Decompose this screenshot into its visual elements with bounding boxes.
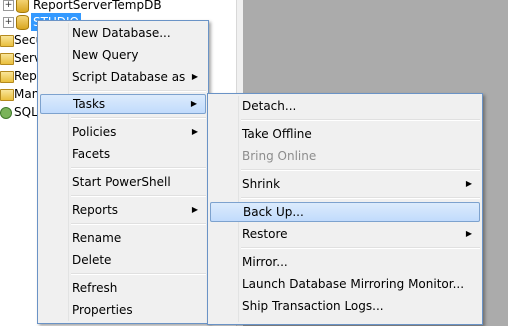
- menu-item-ship-transaction-logs[interactable]: Ship Transaction Logs...: [210, 296, 480, 316]
- tasks-submenu: Detach... Take Offline Bring Online Shri…: [207, 93, 483, 325]
- database-icon: [16, 0, 29, 13]
- submenu-arrow-icon: ▶: [191, 127, 198, 136]
- menu-item-start-powershell[interactable]: Start PowerShell: [40, 172, 206, 192]
- menu-item-properties[interactable]: Properties: [40, 300, 206, 320]
- menu-item-detach[interactable]: Detach...: [210, 96, 480, 116]
- menu-item-refresh[interactable]: Refresh: [40, 278, 206, 298]
- menu-separator: [241, 247, 480, 249]
- tree-node-label: SQL: [14, 105, 38, 119]
- menu-item-restore[interactable]: Restore ▶: [210, 224, 480, 244]
- folder-icon: [0, 53, 14, 65]
- menu-item-back-up[interactable]: Back Up...: [210, 202, 480, 222]
- menu-item-rename[interactable]: Rename: [40, 228, 206, 248]
- menu-item-script-database-as[interactable]: Script Database as ▶: [40, 67, 206, 87]
- submenu-arrow-icon: ▶: [190, 99, 197, 108]
- menu-item-new-query[interactable]: New Query: [40, 45, 206, 65]
- menu-separator: [71, 273, 206, 275]
- menu-separator: [71, 90, 206, 92]
- menu-separator: [241, 197, 480, 199]
- sql-agent-icon: [0, 107, 12, 119]
- menu-item-mirror[interactable]: Mirror...: [210, 252, 480, 272]
- menu-item-launch-mirroring-monitor[interactable]: Launch Database Mirroring Monitor...: [210, 274, 480, 294]
- menu-item-shrink[interactable]: Shrink ▶: [210, 174, 480, 194]
- menu-separator: [241, 169, 480, 171]
- submenu-arrow-icon: ▶: [191, 72, 198, 81]
- menu-item-take-offline[interactable]: Take Offline: [210, 124, 480, 144]
- menu-item-new-database[interactable]: New Database...: [40, 23, 206, 43]
- tree-node-reportservertempdb[interactable]: + ReportServerTempDB: [0, 0, 236, 14]
- menu-separator: [241, 119, 480, 121]
- database-icon: [16, 15, 29, 30]
- menu-item-facets[interactable]: Facets: [40, 144, 206, 164]
- menu-separator: [71, 223, 206, 225]
- folder-icon: [0, 71, 14, 83]
- tree-node-label: ReportServerTempDB: [33, 0, 162, 12]
- menu-separator: [71, 117, 206, 119]
- tree-node-label: Man: [14, 87, 40, 101]
- menu-item-policies[interactable]: Policies ▶: [40, 122, 206, 142]
- menu-separator: [71, 167, 206, 169]
- submenu-arrow-icon: ▶: [191, 205, 198, 214]
- menu-item-reports[interactable]: Reports ▶: [40, 200, 206, 220]
- submenu-arrow-icon: ▶: [465, 229, 472, 238]
- folder-icon: [0, 89, 14, 101]
- menu-item-tasks[interactable]: Tasks ▶: [40, 94, 206, 114]
- expand-icon[interactable]: +: [3, 17, 14, 28]
- database-context-menu: New Database... New Query Script Databas…: [37, 20, 209, 324]
- menu-item-delete[interactable]: Delete: [40, 250, 206, 270]
- menu-separator: [71, 195, 206, 197]
- expand-icon[interactable]: +: [3, 0, 14, 11]
- submenu-arrow-icon: ▶: [465, 179, 472, 188]
- menu-item-bring-online: Bring Online: [242, 149, 317, 163]
- folder-icon: [0, 35, 14, 47]
